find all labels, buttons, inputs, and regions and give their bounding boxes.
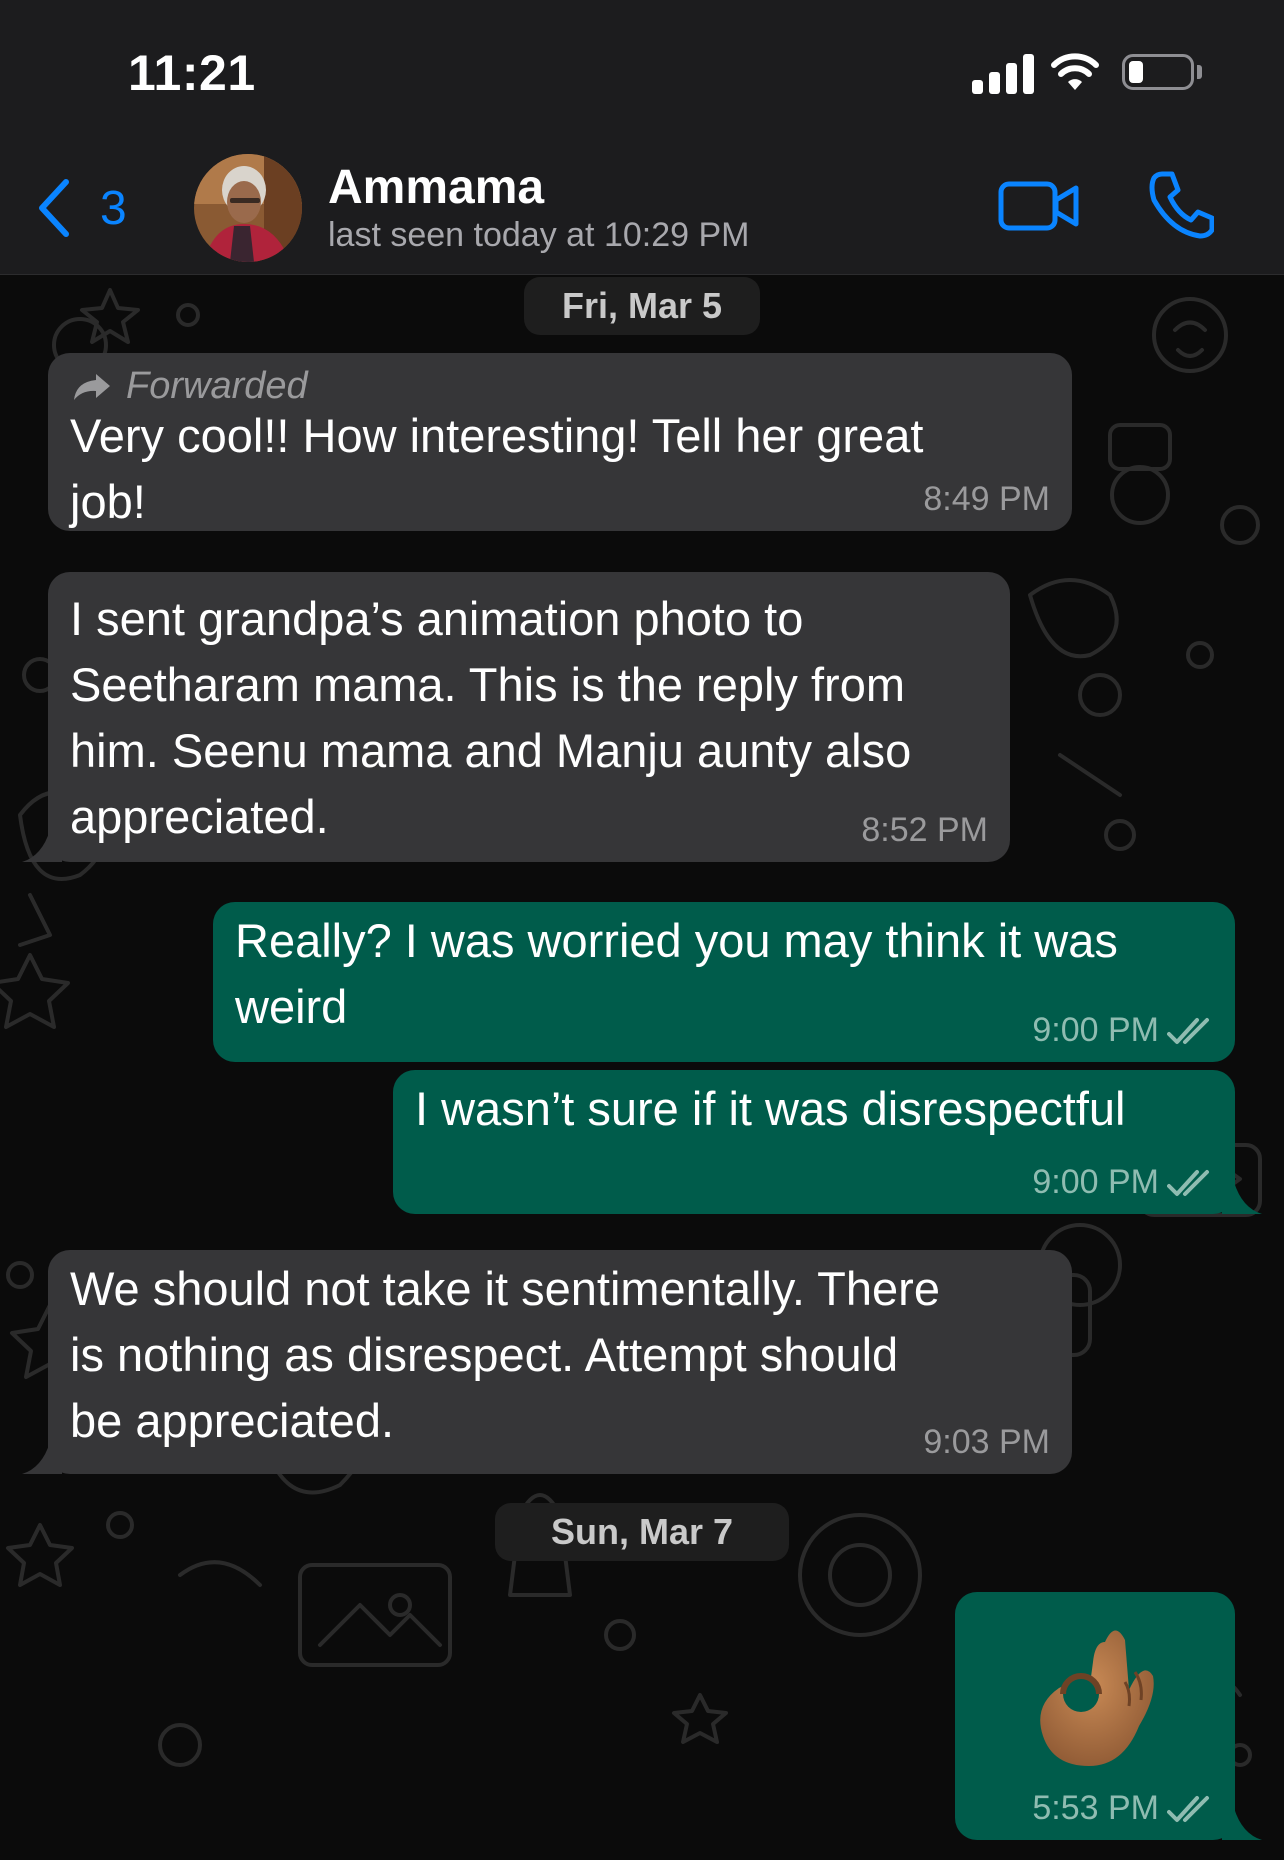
message-time: 9:00 PM: [1032, 1011, 1159, 1049]
bubble-tail: [1222, 1182, 1262, 1214]
date-separator: Sun, Mar 7: [495, 1503, 789, 1561]
outgoing-message-bubble[interactable]: Really? I was worried you may think it w…: [213, 902, 1235, 1062]
message-time: 5:53 PM: [1032, 1789, 1159, 1827]
avatar[interactable]: [194, 154, 302, 262]
message-text: Really? I was worried you may think it w…: [235, 914, 1118, 1033]
bubble-tail: [1222, 1808, 1262, 1840]
message-text: I wasn’t sure if it was disrespectful: [415, 1082, 1126, 1135]
video-call-icon[interactable]: [998, 176, 1080, 236]
outgoing-message-bubble[interactable]: I wasn’t sure if it was disrespectful 9:…: [393, 1070, 1235, 1214]
forward-arrow-icon: [74, 373, 110, 400]
chat-header: 3 Ammama last seen today at 10:29 PM: [0, 140, 1284, 275]
message-time: 9:03 PM: [923, 1423, 1050, 1461]
status-time: 11:21: [128, 45, 256, 101]
unread-count: 3: [100, 181, 127, 235]
message-time: 8:49 PM: [923, 480, 1050, 518]
incoming-message-bubble[interactable]: Forwarded Very cool!! How interesting! T…: [48, 353, 1072, 531]
ok-hand-emoji: [1040, 1630, 1154, 1766]
message-list[interactable]: Fri, Mar 5 Forwarded Very cool!! How int…: [0, 275, 1284, 1860]
message-text: I sent grandpa’s animation photo to Seet…: [70, 592, 912, 843]
message-time: 9:00 PM: [1032, 1163, 1159, 1201]
incoming-message-bubble[interactable]: I sent grandpa’s animation photo to Seet…: [48, 572, 1010, 862]
wifi-icon: [1051, 53, 1099, 90]
date-separator: Fri, Mar 5: [524, 277, 760, 335]
contact-name[interactable]: Ammama: [328, 160, 544, 215]
battery-tip: [1197, 65, 1202, 79]
cellular-signal-icon: [972, 52, 1042, 94]
back-button[interactable]: 3: [36, 178, 127, 238]
battery-icon: [1122, 54, 1194, 90]
phone-call-icon[interactable]: [1148, 170, 1214, 240]
message-time: 8:52 PM: [861, 811, 988, 849]
incoming-message-bubble[interactable]: We should not take it sentimentally. The…: [48, 1250, 1072, 1474]
status-bar: 11:21: [0, 0, 1284, 140]
forwarded-label: Forwarded: [70, 365, 308, 408]
read-receipt-icon: [1167, 1796, 1209, 1822]
read-receipt-icon: [1167, 1018, 1209, 1044]
outgoing-message-bubble[interactable]: 5:53 PM: [955, 1592, 1235, 1840]
forwarded-text: Forwarded: [126, 365, 308, 407]
message-text: Very cool!! How interesting! Tell her gr…: [70, 409, 924, 528]
bubble-tail: [22, 1442, 62, 1474]
last-seen-status: last seen today at 10:29 PM: [328, 216, 750, 254]
chevron-left-icon: [39, 179, 69, 237]
read-receipt-icon: [1167, 1170, 1209, 1196]
message-text: We should not take it sentimentally. The…: [70, 1262, 940, 1447]
bubble-tail: [22, 830, 62, 862]
